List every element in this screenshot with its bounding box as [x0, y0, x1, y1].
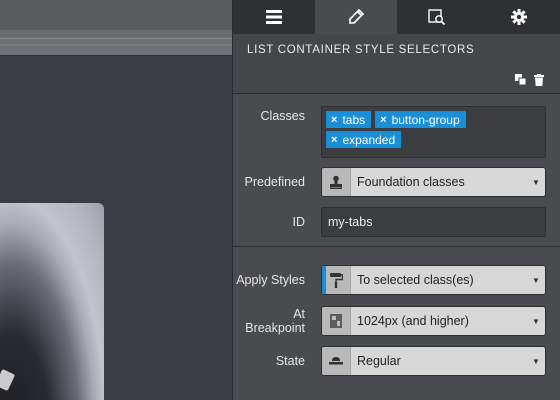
class-chip-label: expanded	[342, 132, 396, 147]
class-chip-label: tabs	[342, 112, 366, 127]
id-label: ID	[292, 215, 306, 229]
state-icon	[329, 357, 343, 365]
tab-structure[interactable]	[233, 0, 315, 34]
breakpoint-label: At Breakpoint	[245, 307, 305, 335]
stamp-icon	[330, 175, 342, 189]
state-icon-box	[322, 347, 351, 375]
tab-style[interactable]	[314, 0, 397, 34]
design-canvas[interactable]	[0, 0, 232, 400]
panel-tabbar	[233, 0, 560, 34]
apply-section: Apply Styles To selected class(es) ▼ At …	[233, 247, 560, 400]
class-chip[interactable]: × expanded	[326, 131, 402, 148]
predefined-label: Predefined	[244, 175, 305, 189]
chevron-down-icon: ▼	[532, 356, 540, 366]
state-value: Regular	[357, 354, 401, 368]
apply-styles-label: Apply Styles	[236, 273, 305, 287]
classes-input[interactable]: × tabs × button-group × expanded	[321, 106, 546, 158]
brush-icon	[348, 9, 364, 24]
desktop-icon	[330, 314, 342, 328]
breakpoint-select[interactable]: 1024px (and higher) ▼	[321, 306, 546, 336]
predefined-icon-box	[322, 168, 351, 196]
style-panel: LIST CONTAINER STYLE SELECTORS Classes ×…	[232, 0, 560, 400]
panel-title: LIST CONTAINER STYLE SELECTORS	[233, 34, 560, 66]
classes-label: Classes	[260, 109, 305, 123]
predefined-value: Foundation classes	[357, 175, 465, 189]
state-label: State	[275, 354, 305, 368]
tab-inspect[interactable]	[397, 0, 479, 34]
chevron-down-icon: ▼	[532, 275, 540, 285]
breakpoint-icon-box	[322, 307, 351, 335]
apply-styles-select[interactable]: To selected class(es) ▼	[321, 265, 546, 295]
id-field[interactable]: my-tabs	[321, 207, 546, 237]
chevron-down-icon: ▼	[532, 316, 540, 326]
inspect-icon	[428, 9, 446, 25]
trash-icon[interactable]	[534, 73, 544, 86]
gear-icon	[511, 9, 528, 25]
breakpoint-value: 1024px (and higher)	[357, 314, 469, 328]
copy-icon[interactable]	[515, 74, 526, 85]
chevron-down-icon: ▼	[532, 177, 540, 187]
paint-roller-icon	[330, 273, 343, 288]
canvas-image[interactable]	[0, 203, 104, 400]
canvas-topbar	[0, 0, 232, 30]
panel-toolbar	[233, 66, 560, 94]
predefined-select[interactable]: Foundation classes ▼	[321, 167, 546, 197]
canvas-ruler	[0, 30, 232, 56]
tab-settings[interactable]	[478, 0, 560, 34]
apply-styles-icon-box	[322, 266, 351, 294]
remove-chip-icon[interactable]: ×	[331, 134, 337, 146]
class-chip[interactable]: × tabs	[326, 111, 372, 128]
apply-styles-value: To selected class(es)	[357, 273, 474, 287]
class-chip[interactable]: × button-group	[375, 111, 466, 128]
state-select[interactable]: Regular ▼	[321, 346, 546, 376]
remove-chip-icon[interactable]: ×	[331, 114, 337, 126]
selectors-section: Classes × tabs × button-group × expanded Pred…	[233, 94, 560, 246]
class-chip-label: button-group	[391, 112, 460, 127]
list-icon	[265, 10, 282, 24]
remove-chip-icon[interactable]: ×	[380, 114, 386, 126]
